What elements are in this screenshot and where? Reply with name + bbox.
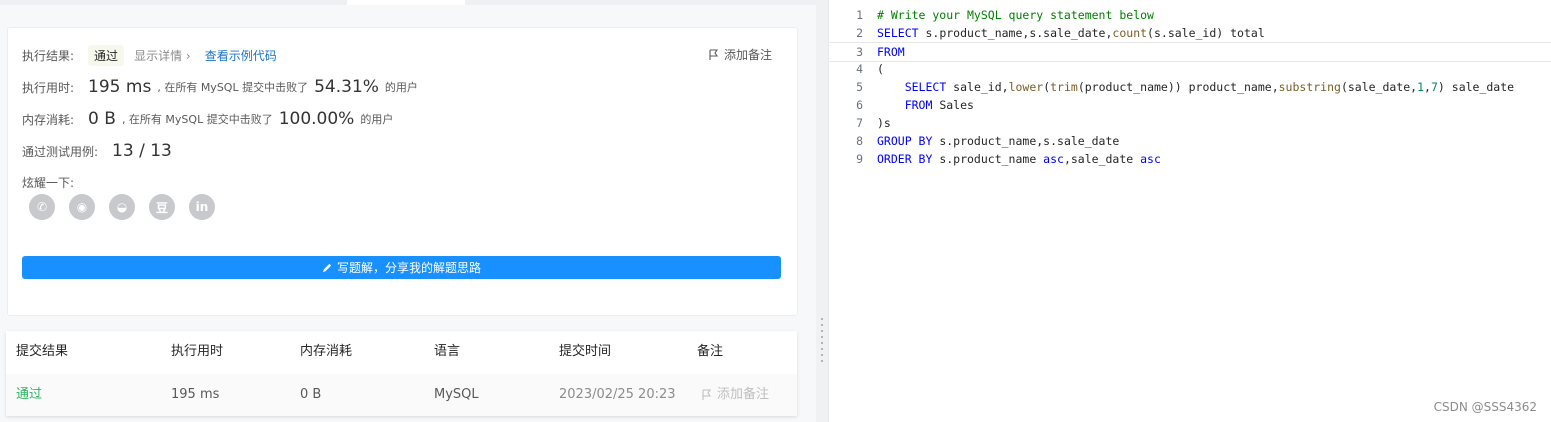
code-line: 6 FROM Sales (829, 96, 1551, 114)
exec-result-label: 执行结果: (22, 49, 75, 63)
pencil-icon (322, 263, 332, 273)
watermark: CSDN @SSS4362 (1433, 400, 1537, 414)
drag-handle-icon[interactable] (821, 318, 823, 362)
runtime-row: 执行用时: 195 ms , 在所有 MySQL 提交中击败了 54.31% 的… (22, 77, 418, 97)
result-panel: 执行结果: 通过 显示详情 › 查看示例代码 添加备注 执行用时: 195 ms… (0, 0, 816, 422)
header-time: 提交时间 (559, 344, 612, 359)
runtime-value: 195 ms (88, 77, 152, 97)
code-editor[interactable]: 1 # Write your MySQL query statement belo… (828, 0, 1551, 422)
header-note: 备注 (697, 344, 724, 359)
row-time: 2023/02/25 20:23 (559, 387, 676, 402)
testcases-value: 13 / 13 (112, 141, 172, 161)
line-number: 3 (856, 45, 863, 59)
view-sample-code-link[interactable]: 查看示例代码 (205, 47, 277, 64)
line-number: 2 (856, 26, 863, 40)
submissions-table: 提交结果 执行用时 内存消耗 语言 提交时间 备注 通过 195 ms 0 B … (6, 331, 797, 416)
table-header: 提交结果 执行用时 内存消耗 语言 提交时间 备注 (6, 331, 797, 373)
code-line: 9 ORDER BY s.product_name asc,sale_date a… (829, 150, 1551, 168)
weibo-icon[interactable]: ◉ (69, 194, 95, 220)
line-number: 8 (856, 134, 863, 148)
tab-strip (0, 0, 816, 5)
memory-label: 内存消耗: (22, 112, 75, 127)
code-line: 5 SELECT sale_id,lower(trim(product_name… (829, 78, 1551, 96)
runtime-users-suffix: 的用户 (384, 81, 418, 94)
exec-result-row: 执行结果: 通过 显示详情 › 查看示例代码 (22, 45, 277, 66)
add-note-label: 添加备注 (723, 48, 772, 62)
code-text: # Write your MySQL query statement below (877, 8, 1154, 22)
row-language: MySQL (434, 387, 479, 402)
code-line: 1 # Write your MySQL query statement belo… (829, 6, 1551, 24)
memory-users-suffix: 的用户 (360, 113, 394, 126)
status-badge: 通过 (88, 45, 125, 66)
code-line: 8 GROUP BY s.product_name,s.sale_date (829, 132, 1551, 150)
qq-icon[interactable]: ◒ (109, 194, 135, 220)
tab-submission-result[interactable] (347, 0, 465, 5)
line-number: 9 (856, 152, 863, 166)
result-card: 执行结果: 通过 显示详情 › 查看示例代码 添加备注 执行用时: 195 ms… (7, 27, 798, 316)
linkedin-icon[interactable]: in (189, 194, 215, 220)
row-add-note-label: 添加备注 (717, 387, 770, 402)
write-solution-button[interactable]: 写题解，分享我的解题思路 (22, 256, 781, 279)
header-memory: 内存消耗 (300, 344, 353, 359)
row-result-link[interactable]: 通过 (16, 374, 42, 416)
header-language: 语言 (434, 344, 461, 359)
row-add-note-button[interactable]: 添加备注 (701, 374, 769, 416)
flag-icon (702, 389, 712, 400)
douban-icon[interactable]: 豆 (149, 194, 175, 220)
code-text: SELECT s.product_name,s.sale_date,count(… (877, 26, 1265, 40)
share-row: 炫耀一下: (22, 174, 74, 191)
share-icons: ✆ ◉ ◒ 豆 in (29, 194, 215, 220)
memory-percent: 100.00% (278, 109, 355, 129)
code-line: 7 )s (829, 114, 1551, 132)
runtime-beat-text: , 在所有 MySQL 提交中击败了 (157, 81, 309, 94)
line-number: 6 (856, 98, 863, 112)
header-runtime: 执行用时 (171, 344, 224, 359)
write-solution-label: 写题解，分享我的解题思路 (336, 261, 481, 275)
code-text: FROM (877, 45, 905, 59)
line-number: 7 (856, 116, 863, 130)
code-text: )s (877, 116, 891, 130)
testcases-label: 通过测试用例: (22, 144, 99, 159)
code-line: 4( (829, 60, 1551, 78)
code-text: ORDER BY s.product_name asc,sale_date as… (877, 152, 1161, 166)
code-text: SELECT sale_id,lower(trim(product_name))… (904, 80, 1515, 94)
code-text: GROUP BY s.product_name,s.sale_date (877, 134, 1120, 148)
line-number: 5 (856, 80, 863, 94)
memory-row: 内存消耗: 0 B , 在所有 MySQL 提交中击败了 100.00% 的用户 (22, 109, 393, 129)
code-text: FROM Sales (904, 98, 974, 112)
code-line-active: 3 FROM (829, 42, 1551, 62)
line-number: 1 (856, 8, 863, 22)
row-runtime: 195 ms (171, 387, 220, 402)
code-line: 2 SELECT s.product_name,s.sale_date,count… (829, 24, 1551, 42)
memory-value: 0 B (88, 109, 116, 129)
runtime-label: 执行用时: (22, 80, 75, 95)
memory-beat-text: , 在所有 MySQL 提交中击败了 (121, 113, 273, 126)
runtime-percent: 54.31% (314, 77, 379, 97)
add-note-button[interactable]: 添加备注 (708, 46, 772, 63)
table-row[interactable]: 通过 195 ms 0 B MySQL 2023/02/25 20:23 添加备… (6, 374, 797, 416)
testcases-row: 通过测试用例: 13 / 13 (22, 141, 172, 161)
flag-icon (709, 48, 719, 60)
code-text: ( (877, 62, 884, 76)
panel-splitter[interactable] (816, 0, 828, 422)
wechat-icon[interactable]: ✆ (29, 194, 55, 220)
show-details-link[interactable]: 显示详情 › (134, 47, 191, 64)
share-label: 炫耀一下: (22, 176, 75, 190)
line-number: 4 (856, 62, 863, 76)
header-result: 提交结果 (16, 344, 69, 359)
row-memory: 0 B (300, 387, 322, 402)
